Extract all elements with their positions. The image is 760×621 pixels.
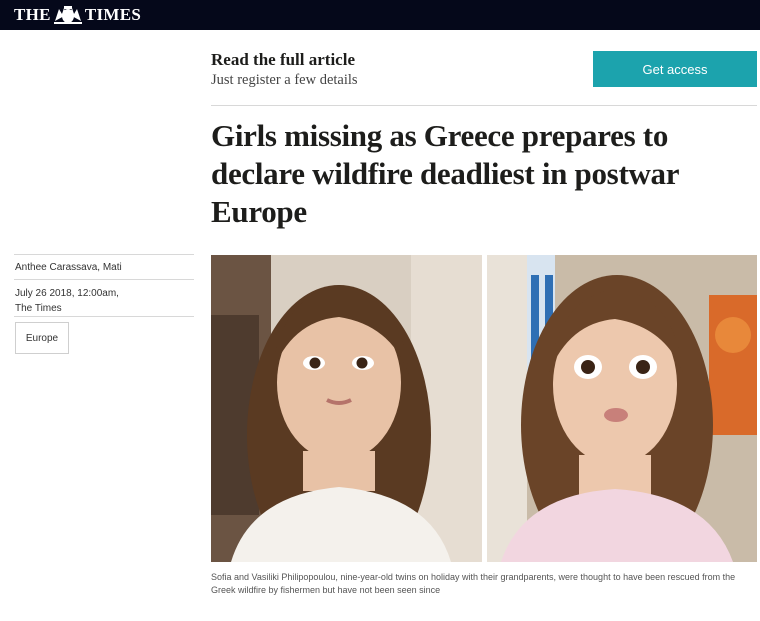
article-photo-right [487, 255, 757, 562]
logo-text-the: THE [14, 5, 51, 24]
article-publication: The Times [15, 303, 62, 314]
promo-title: Read the full article [211, 50, 355, 69]
photo-caption: Sofia and Vasiliki Philipopoulou, nine-y… [211, 572, 736, 595]
girl-portrait-right [487, 255, 757, 562]
article-headline: Girls missing as Greece prepares to decl… [211, 118, 679, 229]
meta-divider-middle [14, 279, 194, 280]
meta-divider-top [14, 254, 194, 255]
masthead: THE TIMES [0, 0, 760, 30]
logo-text-times: TIMES [84, 5, 142, 24]
article-byline[interactable]: Anthee Carassava, Mati [15, 262, 122, 273]
royal-crest-icon [53, 6, 82, 24]
topic-tag-europe[interactable]: Europe [15, 322, 69, 354]
article-date: July 26 2018, 12:00am, [15, 288, 119, 299]
promo-subtitle: Just register a few details [211, 72, 358, 88]
girl-portrait-left [211, 255, 482, 562]
article-dateline: July 26 2018, 12:00am, The Times [15, 286, 119, 316]
the-times-logo[interactable]: THE TIMES [14, 5, 141, 25]
article-photo-left [211, 255, 482, 562]
meta-divider-bottom [14, 316, 194, 317]
get-access-button[interactable]: Get access [593, 51, 757, 87]
promo-divider [211, 105, 757, 106]
